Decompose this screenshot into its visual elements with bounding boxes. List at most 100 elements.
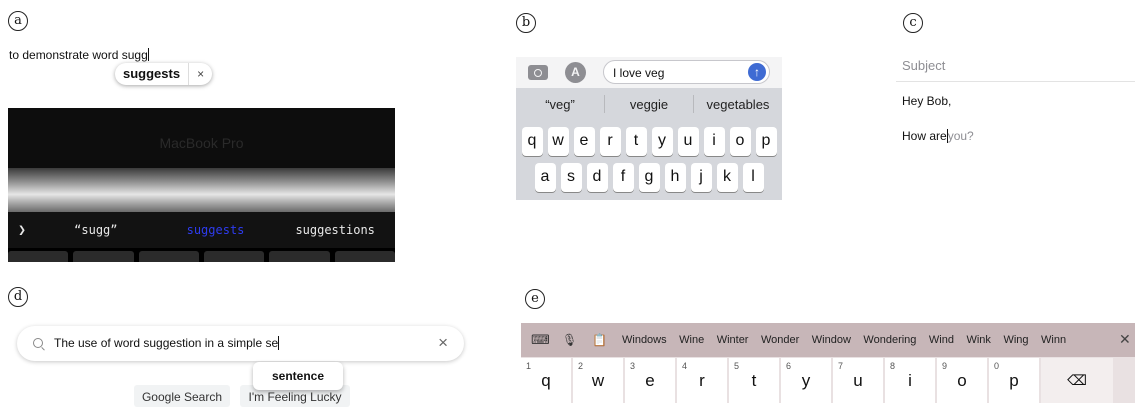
predicted-text[interactable]: you? bbox=[948, 129, 974, 143]
key[interactable] bbox=[269, 251, 330, 262]
subject-field[interactable]: Subject bbox=[902, 58, 945, 73]
clipboard-icon[interactable]: 📋 bbox=[592, 323, 607, 357]
search-query: The use of word suggestion in a simple s… bbox=[54, 336, 279, 350]
backspace-key[interactable]: ⌫ bbox=[1041, 358, 1113, 403]
typed-text[interactable]: to demonstrate word sugg bbox=[9, 48, 149, 62]
key-e[interactable]: 3e bbox=[625, 358, 675, 403]
keyboard-icon[interactable]: ⌨ bbox=[531, 323, 550, 357]
laptop-hinge bbox=[8, 168, 395, 212]
backspace-icon: ⌫ bbox=[1067, 372, 1087, 388]
key-r[interactable]: 4r bbox=[677, 358, 727, 403]
macbook-photo: MacBook Pro ❯ “sugg” suggests suggestion… bbox=[8, 108, 395, 262]
ios-keyboard-panel: A I love veg ↑ “veg” veggie vegetables q… bbox=[516, 57, 782, 200]
typed-text: How are bbox=[902, 129, 947, 143]
inline-suggestion-word[interactable]: suggests bbox=[115, 63, 190, 85]
key-number-hint: 4 bbox=[682, 361, 688, 371]
laptop-brand-label: MacBook Pro bbox=[159, 135, 244, 151]
key-o[interactable]: 9o bbox=[937, 358, 987, 403]
close-icon[interactable]: × bbox=[189, 67, 212, 81]
key-w[interactable]: w bbox=[547, 127, 569, 156]
close-icon[interactable]: ✕ bbox=[1119, 323, 1131, 357]
key-t[interactable]: 5t bbox=[729, 358, 779, 403]
suggestion-word[interactable]: Winn bbox=[1041, 334, 1066, 346]
windows-touch-keyboard: ⌨ 🎙 📋 Windows Wine Winter Wonder Window Wonde… bbox=[521, 323, 1135, 403]
search-input[interactable]: The use of word suggestion in a simple s… bbox=[54, 336, 280, 350]
key[interactable] bbox=[138, 251, 199, 262]
suggestion-word[interactable]: Winter bbox=[717, 334, 749, 346]
key[interactable] bbox=[203, 251, 265, 262]
touchbar-suggestion[interactable]: suggestions bbox=[275, 223, 395, 237]
key-j[interactable]: j bbox=[690, 163, 712, 192]
key-number-hint: 1 bbox=[526, 361, 532, 371]
suggestion-word[interactable]: Wondering bbox=[863, 334, 916, 346]
key-k[interactable]: k bbox=[716, 163, 738, 192]
touchbar-suggestion[interactable]: “sugg” bbox=[36, 223, 156, 237]
suggestion-word[interactable]: Wink bbox=[966, 334, 990, 346]
key-label: u bbox=[853, 371, 863, 390]
suggestion-word[interactable]: Wing bbox=[1003, 334, 1028, 346]
key-label: e bbox=[645, 371, 655, 390]
quicktype-suggestion[interactable]: “veg” bbox=[516, 97, 604, 112]
suggestion-word[interactable]: Windows bbox=[622, 334, 667, 346]
key-label: t bbox=[751, 371, 757, 390]
key-i[interactable]: 8i bbox=[885, 358, 935, 403]
divider bbox=[896, 81, 1135, 82]
key-a[interactable]: a bbox=[534, 163, 556, 192]
key-h[interactable]: h bbox=[664, 163, 686, 192]
key-t[interactable]: t bbox=[625, 127, 647, 156]
google-search-button[interactable]: Google Search bbox=[134, 385, 230, 407]
close-icon[interactable]: × bbox=[438, 333, 448, 353]
key-r[interactable]: r bbox=[599, 127, 621, 156]
send-icon[interactable]: ↑ bbox=[748, 63, 766, 81]
quicktype-suggestion[interactable]: vegetables bbox=[694, 97, 782, 112]
panel-label-c: c bbox=[903, 13, 923, 33]
suggestion-word[interactable]: Wind bbox=[929, 334, 954, 346]
key-p[interactable]: 0p bbox=[989, 358, 1039, 403]
key-i[interactable]: i bbox=[703, 127, 725, 156]
key-f[interactable]: f bbox=[612, 163, 634, 192]
message-field[interactable]: I love veg ↑ bbox=[603, 60, 770, 84]
email-body-line[interactable]: Hey Bob, bbox=[902, 94, 951, 108]
key-e[interactable]: e bbox=[573, 127, 595, 156]
key-u[interactable]: 7u bbox=[833, 358, 883, 403]
key-d[interactable]: d bbox=[586, 163, 608, 192]
microphone-icon[interactable]: 🎙 bbox=[562, 323, 577, 357]
key-number-hint: 9 bbox=[942, 361, 948, 371]
key[interactable] bbox=[73, 251, 134, 262]
key-p[interactable]: p bbox=[755, 127, 777, 156]
key-o[interactable]: o bbox=[729, 127, 751, 156]
touch-bar: ❯ “sugg” suggests suggestions bbox=[8, 212, 395, 248]
panel-label-e: e bbox=[525, 289, 545, 309]
key-y[interactable]: y bbox=[651, 127, 673, 156]
quicktype-suggestion[interactable]: veggie bbox=[605, 97, 693, 112]
key-label: w bbox=[591, 371, 605, 390]
appstore-icon[interactable]: A bbox=[565, 62, 586, 83]
search-box[interactable]: The use of word suggestion in a simple s… bbox=[17, 326, 464, 361]
key[interactable] bbox=[334, 251, 395, 262]
key-g[interactable]: g bbox=[638, 163, 660, 192]
key-w[interactable]: 2w bbox=[573, 358, 623, 403]
key-u[interactable]: u bbox=[677, 127, 699, 156]
key-number-hint: 2 bbox=[578, 361, 584, 371]
key[interactable] bbox=[8, 251, 69, 262]
chevron-right-icon[interactable]: ❯ bbox=[8, 223, 36, 238]
autocomplete-suggestion[interactable]: sentence bbox=[253, 362, 343, 390]
typed-text-value: to demonstrate word sugg bbox=[9, 48, 148, 62]
suggestion-word[interactable]: Wine bbox=[679, 334, 704, 346]
key-q[interactable]: 1q bbox=[521, 358, 571, 403]
key-s[interactable]: s bbox=[560, 163, 582, 192]
key-label: i bbox=[908, 371, 912, 390]
camera-icon[interactable] bbox=[528, 65, 548, 80]
keyboard-keys-row bbox=[8, 251, 395, 262]
email-body-line[interactable]: How areyou? bbox=[902, 129, 974, 143]
key-label: p bbox=[1009, 371, 1019, 390]
key-q[interactable]: q bbox=[521, 127, 543, 156]
key-number-hint: 8 bbox=[890, 361, 896, 371]
suggestion-word[interactable]: Window bbox=[812, 334, 851, 346]
key-y[interactable]: 6y bbox=[781, 358, 831, 403]
keyboard-row-1: qwertyuiop bbox=[516, 127, 782, 156]
suggestion-word[interactable]: Wonder bbox=[761, 334, 799, 346]
key-l[interactable]: l bbox=[742, 163, 764, 192]
touchbar-suggestion-highlighted[interactable]: suggests bbox=[156, 223, 276, 237]
suggestion-list: Windows Wine Winter Wonder Window Wondering Wi… bbox=[622, 323, 1079, 357]
